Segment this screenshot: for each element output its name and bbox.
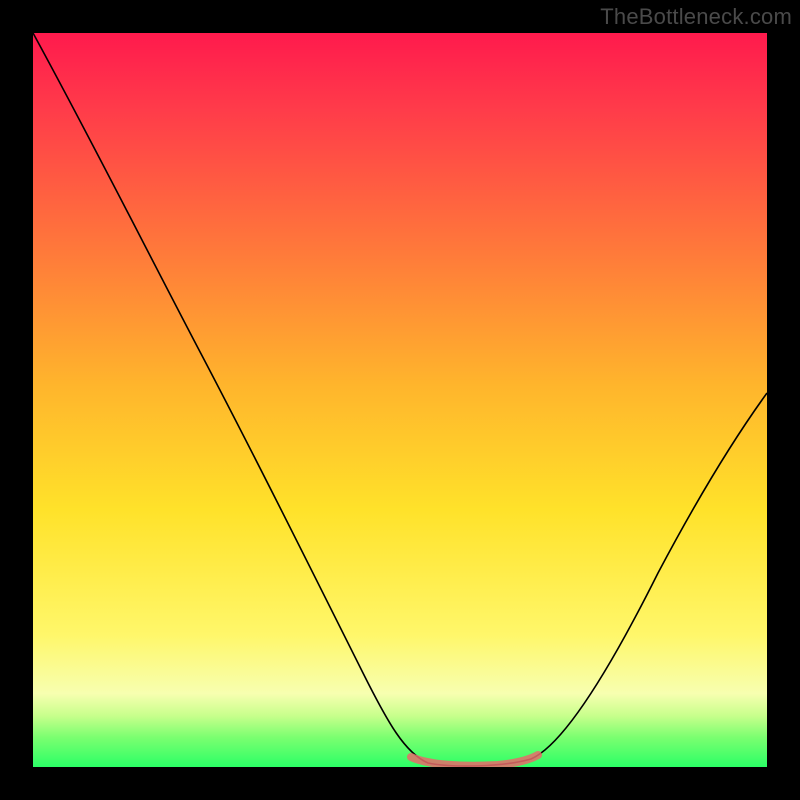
watermark-text: TheBottleneck.com — [600, 4, 792, 30]
chart-frame: TheBottleneck.com — [0, 0, 800, 800]
curve-path — [33, 33, 767, 766]
optimal-band-highlight — [411, 755, 538, 766]
plot-area — [33, 33, 767, 767]
bottleneck-curve — [33, 33, 767, 767]
